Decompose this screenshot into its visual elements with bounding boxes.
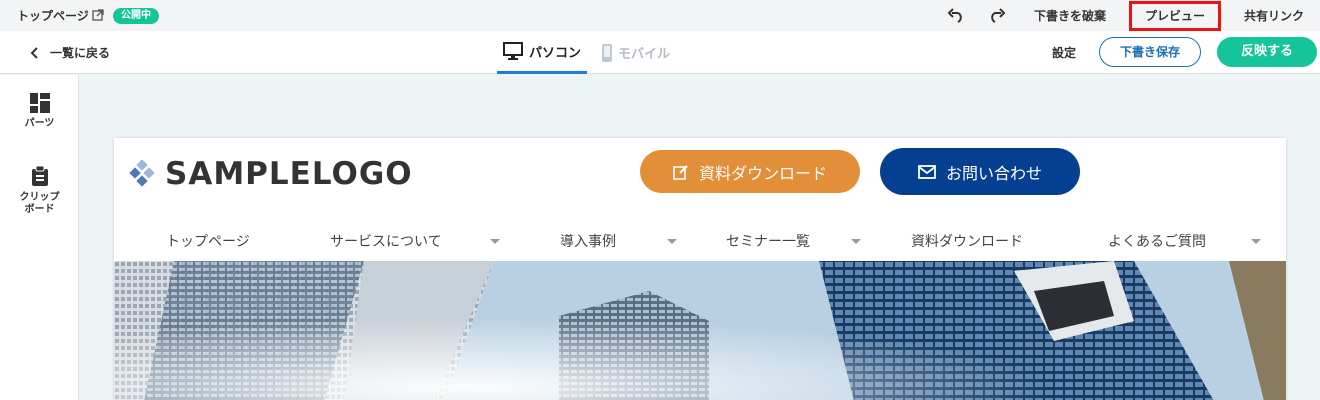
- edit-icon: [673, 164, 688, 180]
- chevron-down-icon[interactable]: [667, 239, 677, 244]
- page-name: トップページ: [17, 9, 89, 23]
- share-link-button[interactable]: 共有リンク: [1244, 7, 1304, 24]
- city-buildings-image: [114, 261, 1286, 400]
- mail-icon: [918, 164, 936, 179]
- sidebar-item-clipboard[interactable]: クリップ ボード: [0, 166, 79, 216]
- download-label: 資料ダウンロード: [698, 163, 827, 183]
- nav-item-top[interactable]: トップページ: [166, 231, 250, 251]
- chevron-down-icon[interactable]: [851, 239, 861, 244]
- contact-button[interactable]: お問い合わせ: [880, 148, 1080, 195]
- download-materials-button[interactable]: 資料ダウンロード: [640, 150, 860, 193]
- settings-button[interactable]: 設定: [1052, 44, 1076, 61]
- sidebar-parts-label: パーツ: [24, 118, 55, 129]
- parts-grid-icon: [29, 93, 50, 113]
- tab-mobile[interactable]: モバイル: [601, 31, 681, 74]
- page-canvas[interactable]: SAMPLELOGO 資料ダウンロード お問い合わせ トップページ サービスにつ…: [114, 138, 1286, 400]
- logo-diamonds-icon: [129, 160, 155, 187]
- external-link-icon[interactable]: [92, 9, 104, 21]
- smartphone-icon: [602, 43, 612, 62]
- redo-icon[interactable]: [988, 8, 1006, 24]
- editor-toolbar: 一覧に戻る パソコン モバイル 設定 下書き保存 反映する: [0, 31, 1320, 74]
- save-draft-button[interactable]: 下書き保存: [1099, 37, 1201, 67]
- monitor-icon: [502, 42, 523, 60]
- status-badge: 公開中: [113, 8, 159, 24]
- sidebar: パーツ クリップ ボード: [0, 75, 79, 400]
- tab-desktop[interactable]: パソコン: [497, 31, 587, 74]
- chevron-left-icon: [30, 46, 38, 59]
- preview-button[interactable]: プレビュー: [1129, 1, 1221, 31]
- sidebar-clipboard-label-2: ボード: [24, 204, 55, 215]
- logo-text: SAMPLELOGO: [165, 156, 413, 192]
- discard-draft-button[interactable]: 下書きを破棄: [1034, 7, 1106, 24]
- undo-icon[interactable]: [947, 8, 965, 24]
- contact-label: お問い合わせ: [945, 163, 1042, 183]
- nav-item-cases[interactable]: 導入事例: [560, 231, 616, 251]
- chevron-down-icon[interactable]: [490, 239, 500, 244]
- publish-button[interactable]: 反映する: [1217, 37, 1317, 67]
- tab-mobile-label: モバイル: [618, 47, 671, 62]
- nav-item-seminars[interactable]: セミナー一覧: [726, 231, 810, 251]
- sidebar-clipboard-label-1: クリップ: [19, 192, 60, 203]
- hero-image: [114, 261, 1286, 400]
- chevron-down-icon[interactable]: [1251, 239, 1261, 244]
- nav-item-services[interactable]: サービスについて: [330, 231, 442, 251]
- nav-item-faq[interactable]: よくあるご質問: [1108, 231, 1206, 251]
- back-label: 一覧に戻る: [50, 46, 111, 60]
- site-nav: トップページ サービスについて 導入事例 セミナー一覧 資料ダウンロード よくあ…: [114, 218, 1286, 262]
- nav-item-download[interactable]: 資料ダウンロード: [911, 231, 1023, 251]
- tab-desktop-label: パソコン: [528, 45, 581, 61]
- sidebar-item-parts[interactable]: パーツ: [0, 93, 79, 130]
- top-bar: トップページ 公開中 下書きを破棄 プレビュー 共有リンク: [0, 0, 1320, 31]
- back-to-list-button[interactable]: 一覧に戻る: [30, 44, 110, 61]
- site-logo[interactable]: SAMPLELOGO: [129, 156, 413, 192]
- clipboard-icon: [31, 166, 48, 186]
